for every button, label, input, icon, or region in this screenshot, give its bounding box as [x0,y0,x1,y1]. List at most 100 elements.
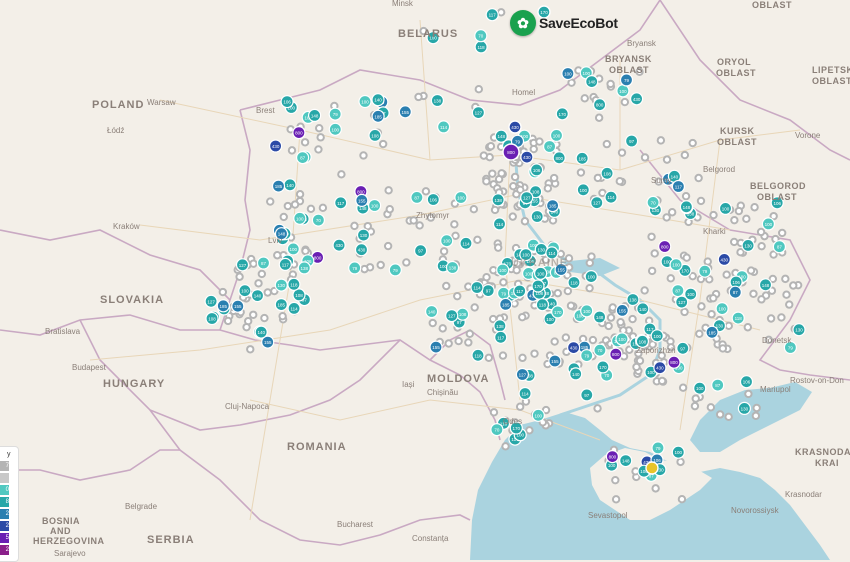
aqi-sensor-marker[interactable]: 79 [619,73,634,87]
no-data-sensor-dot[interactable] [777,228,787,238]
no-data-sensor-dot[interactable] [691,394,700,403]
no-data-sensor-dot[interactable] [402,258,411,267]
aqi-sensor-marker[interactable]: 117 [494,330,508,344]
aqi-sensor-marker[interactable]: 100 [533,266,548,280]
no-data-sensor-dot[interactable] [350,221,359,231]
aqi-sensor-marker[interactable]: 87 [542,139,557,154]
no-data-sensor-dot[interactable] [223,316,233,326]
aqi-sensor-marker[interactable]: 800 [552,151,566,165]
no-data-sensor-dot[interactable] [722,270,731,279]
aqi-sensor-marker[interactable]: 97 [481,284,495,298]
no-data-sensor-dot[interactable] [497,169,506,178]
no-data-sensor-dot[interactable] [615,177,625,186]
no-data-sensor-dot[interactable] [290,200,300,209]
no-data-sensor-dot[interactable] [682,253,691,262]
aqi-sensor-marker[interactable]: 100 [718,201,733,215]
aqi-sensor-marker[interactable]: 185 [545,199,560,213]
no-data-sensor-dot[interactable] [428,318,437,328]
no-data-sensor-dot[interactable] [782,290,791,299]
aqi-sensor-marker[interactable]: 100 [584,270,598,284]
aqi-sensor-marker[interactable]: 140 [254,325,268,339]
aqi-sensor-marker[interactable]: 87 [711,378,725,392]
aqi-sensor-marker[interactable]: 114 [437,120,451,134]
no-data-sensor-dot[interactable] [707,310,716,319]
aqi-sensor-marker[interactable]: 155 [548,354,562,368]
aqi-sensor-marker[interactable]: 87 [410,190,424,204]
aqi-sensor-marker[interactable]: 100 [496,263,510,277]
no-data-sensor-dot[interactable] [724,321,733,331]
aqi-sensor-marker[interactable]: 114 [604,190,618,204]
aqi-sensor-marker[interactable]: 100 [286,242,300,256]
saveecobot-logo[interactable]: ✿ SaveEcoBot [510,10,618,36]
no-data-sensor-dot[interactable] [482,272,491,282]
aqi-sensor-marker[interactable]: 114 [287,301,301,315]
no-data-sensor-dot[interactable] [662,155,672,164]
no-data-sensor-dot[interactable] [498,351,508,360]
no-data-sensor-dot[interactable] [378,139,388,149]
no-data-sensor-dot[interactable] [235,272,244,281]
aqi-sensor-marker[interactable]: 130 [530,209,544,224]
no-data-sensor-dot[interactable] [730,215,739,225]
no-data-sensor-dot[interactable] [314,123,324,133]
no-data-sensor-dot[interactable] [489,265,498,275]
no-data-sensor-dot[interactable] [781,274,790,284]
aqi-sensor-marker[interactable]: 148 [585,74,599,89]
no-data-sensor-dot[interactable] [473,235,482,245]
no-data-sensor-dot[interactable] [464,338,473,347]
aqi-sensor-marker[interactable]: 148 [758,278,773,292]
no-data-sensor-dot[interactable] [246,345,255,354]
aqi-sensor-marker[interactable]: 100 [549,128,564,142]
no-data-sensor-dot[interactable] [604,321,613,331]
aqi-sensor-marker[interactable]: 170 [551,305,565,319]
aqi-sensor-marker[interactable]: 138 [626,292,640,307]
no-data-sensor-dot[interactable] [640,153,650,162]
aqi-sensor-marker[interactable]: 114 [518,386,532,401]
no-data-sensor-dot[interactable] [266,197,275,206]
aqi-sensor-marker[interactable]: 148 [619,454,633,468]
no-data-sensor-dot[interactable] [656,136,666,145]
no-data-sensor-dot[interactable] [696,196,706,206]
aqi-sensor-marker[interactable]: 140 [569,367,583,381]
no-data-sensor-dot[interactable] [709,293,718,303]
aqi-sensor-marker[interactable]: 127 [675,295,689,309]
no-data-sensor-dot[interactable] [257,269,267,279]
aqi-sensor-marker[interactable]: 130 [737,401,752,415]
no-data-sensor-dot[interactable] [695,329,704,339]
no-data-sensor-dot[interactable] [647,232,656,241]
aqi-sensor-marker[interactable]: 430 [269,139,283,153]
no-data-sensor-dot[interactable] [752,403,761,413]
no-data-sensor-dot[interactable] [273,251,282,260]
aqi-sensor-marker[interactable]: 97 [676,341,690,355]
aqi-sensor-marker[interactable]: 155 [231,299,245,313]
no-data-sensor-dot[interactable] [688,138,697,148]
aqi-sensor-marker[interactable]: 100 [761,217,776,231]
no-data-sensor-dot[interactable] [486,141,496,151]
no-data-sensor-dot[interactable] [488,169,497,178]
aqi-sensor-marker[interactable]: 800 [667,355,681,369]
no-data-sensor-dot[interactable] [383,241,393,251]
aqi-sensor-marker[interactable]: 114 [459,236,473,250]
aqi-sensor-marker[interactable]: 118 [474,40,488,54]
aqi-sensor-marker[interactable]: 70 [593,343,607,357]
aqi-sensor-marker[interactable]: 148 [679,200,694,214]
no-data-sensor-dot[interactable] [439,247,449,256]
no-data-sensor-dot[interactable] [628,314,637,324]
no-data-sensor-dot[interactable] [611,475,620,485]
no-data-sensor-dot[interactable] [518,312,527,322]
no-data-sensor-dot[interactable] [415,221,424,230]
no-data-sensor-dot[interactable] [553,289,562,298]
no-data-sensor-dot[interactable] [588,335,598,345]
aqi-sensor-marker[interactable]: 118 [471,348,485,362]
no-data-sensor-dot[interactable] [593,173,603,183]
aqi-sensor-marker[interactable]: 108 [456,307,470,321]
no-data-sensor-dot[interactable] [525,426,534,435]
aqi-sensor-marker[interactable]: 138 [493,319,507,333]
no-data-sensor-dot[interactable] [678,383,688,392]
no-data-sensor-dot[interactable] [706,403,716,412]
aqi-sensor-marker[interactable]: 106 [280,94,294,109]
aqi-sensor-marker[interactable]: 79 [328,107,342,121]
no-data-sensor-dot[interactable] [606,79,615,89]
no-data-sensor-dot[interactable] [530,349,539,358]
aqi-sensor-marker[interactable]: 127 [520,191,534,205]
no-data-sensor-dot[interactable] [585,283,594,293]
